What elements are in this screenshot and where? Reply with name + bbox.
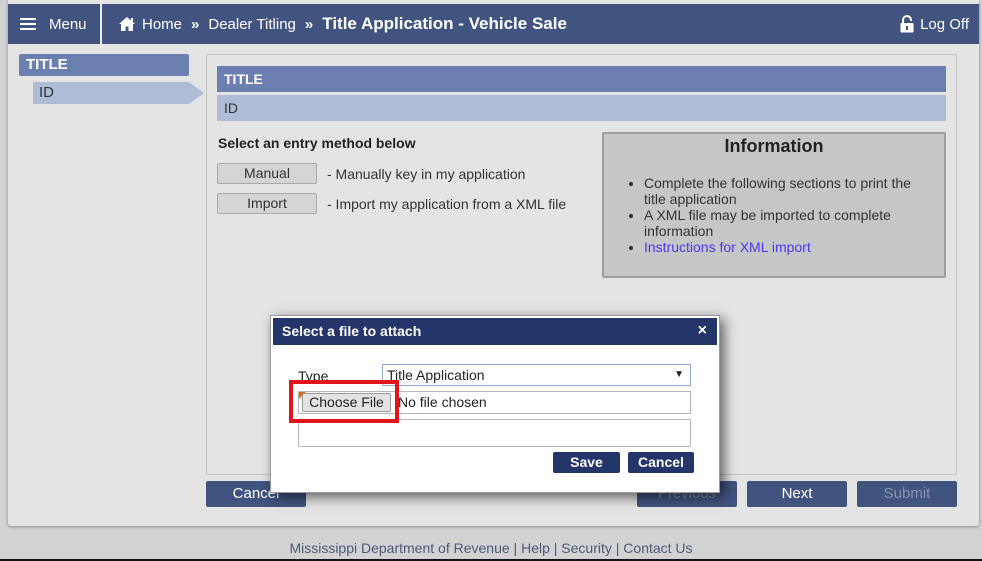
breadcrumb-separator: » [191, 15, 200, 33]
import-description: - Import my application from a XML file [327, 195, 567, 212]
description-field[interactable] [298, 419, 691, 447]
breadcrumb: Home » Dealer Titling » Title Applicatio… [118, 4, 567, 44]
information-title: Information [724, 136, 824, 156]
dialog-header: Select a file to attach × [273, 318, 717, 345]
subsection-title: ID [217, 95, 946, 121]
sidebar-group-title[interactable]: TITLE [19, 54, 189, 76]
lock-icon [900, 15, 914, 33]
information-item: A XML file may be imported to complete i… [644, 207, 944, 239]
footer-separator: | [513, 540, 518, 556]
home-icon [119, 17, 135, 31]
breadcrumb-home[interactable]: Home [142, 16, 182, 33]
footer-help-link[interactable]: Help [521, 540, 550, 556]
manual-description: - Manually key in my application [327, 165, 526, 182]
footer-org: Mississippi Department of Revenue [289, 540, 510, 556]
dialog-cancel-button[interactable]: Cancel [628, 452, 694, 473]
footer: Mississippi Department of Revenue | Help… [0, 540, 982, 556]
footer-separator: | [553, 540, 558, 556]
xml-import-instructions-link[interactable]: Instructions for XML import [644, 239, 811, 255]
file-status: No file chosen [398, 394, 487, 410]
entry-method-heading: Select an entry method below [218, 135, 416, 151]
information-list: Complete the following sections to print… [604, 175, 944, 255]
submit-button[interactable]: Submit [857, 481, 957, 507]
type-selected-value: Title Application [387, 367, 485, 383]
log-off-label: Log Off [920, 15, 969, 33]
section-title: TITLE [217, 66, 946, 92]
breadcrumb-separator: » [304, 15, 314, 33]
footer-security-link[interactable]: Security [561, 540, 612, 556]
breadcrumb-dealer-titling[interactable]: Dealer Titling [208, 16, 296, 33]
entry-option-manual: Manual - Manually key in my application [217, 163, 525, 184]
dialog-title: Select a file to attach [282, 323, 422, 339]
next-button[interactable]: Next [747, 481, 847, 507]
information-item: Instructions for XML import [644, 239, 944, 255]
menu-button[interactable]: Menu [8, 4, 102, 44]
information-box: Information Complete the following secti… [602, 132, 946, 278]
page-title: Title Application - Vehicle Sale [322, 14, 567, 33]
log-off-button[interactable]: Log Off [900, 4, 969, 44]
sidebar-item-id[interactable]: ID [33, 82, 204, 104]
entry-option-import: Import - Import my application from a XM… [217, 193, 566, 214]
manual-button[interactable]: Manual [217, 163, 317, 184]
import-button[interactable]: Import [217, 193, 317, 214]
choose-file-highlight-box [289, 380, 399, 423]
menu-label: Menu [49, 15, 87, 33]
footer-contact-link[interactable]: Contact Us [623, 540, 692, 556]
information-item: Complete the following sections to print… [644, 175, 944, 207]
top-navigation-bar: Menu Home » Dealer Titling » Title Appli… [8, 4, 979, 44]
dialog-save-button[interactable]: Save [553, 452, 620, 473]
close-icon[interactable]: × [698, 318, 707, 344]
dropdown-arrow-icon: ▼ [674, 369, 684, 380]
hamburger-icon [20, 17, 36, 31]
footer-separator: | [615, 540, 620, 556]
type-select[interactable]: Title Application ▼ [382, 364, 691, 386]
